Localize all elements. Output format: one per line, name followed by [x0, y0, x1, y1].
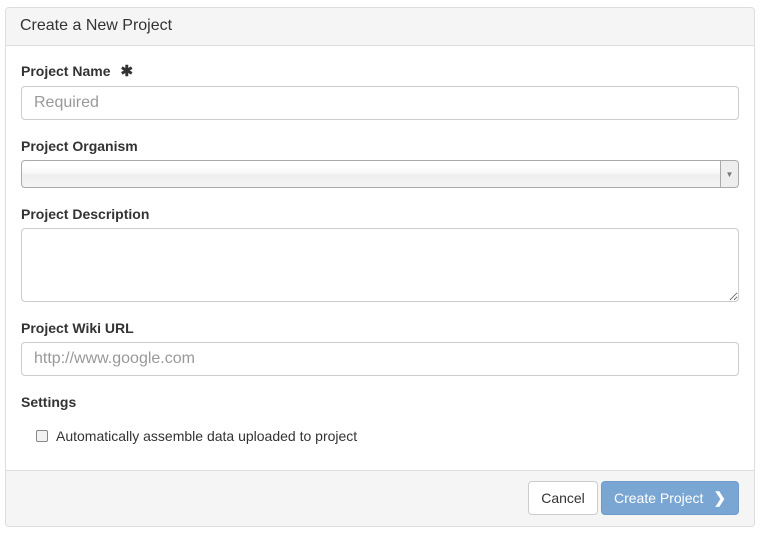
project-description-label: Project Description	[21, 206, 150, 222]
auto-assemble-checkbox[interactable]	[36, 430, 48, 442]
project-organism-label: Project Organism	[21, 138, 138, 154]
settings-label: Settings	[21, 394, 77, 410]
asterisk-icon: ✱	[120, 63, 134, 80]
project-wiki-url-label: Project Wiki URL	[21, 320, 134, 336]
project-name-input[interactable]	[21, 86, 739, 120]
form-body: Project Name✱ Project Organism ▼ Project…	[6, 46, 754, 471]
create-project-button[interactable]: Create Project ❯	[601, 481, 739, 515]
project-name-label: Project Name ✱	[21, 63, 134, 80]
auto-assemble-label[interactable]: Automatically assemble data uploaded to …	[56, 428, 357, 444]
chevron-right-icon: ❯	[713, 490, 727, 507]
cancel-button-label: Cancel	[541, 490, 585, 506]
create-project-button-label: Create Project	[613, 490, 704, 506]
chevron-down-icon[interactable]: ▼	[720, 161, 738, 187]
create-project-panel: Create a New Project Project Name✱ Proje…	[5, 7, 755, 527]
project-description-textarea[interactable]	[21, 228, 739, 302]
cancel-button[interactable]: Cancel	[528, 481, 598, 515]
project-organism-select[interactable]: ▼	[21, 160, 739, 188]
auto-assemble-option[interactable]: Automatically assemble data uploaded to …	[36, 428, 357, 444]
panel-title: Create a New Project	[6, 8, 754, 46]
panel-footer: Cancel Create Project ❯	[6, 470, 754, 526]
project-wiki-url-input[interactable]	[21, 342, 739, 376]
